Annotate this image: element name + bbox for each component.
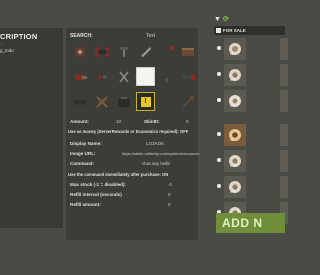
radio-dot[interactable] bbox=[217, 98, 221, 102]
image-url-input[interactable]: https://static.veliecity.com/system/reso… bbox=[122, 151, 200, 156]
item-icon-stick[interactable] bbox=[158, 92, 177, 111]
item-icon-pliers[interactable] bbox=[114, 67, 133, 86]
item-count: x49 bbox=[230, 78, 236, 82]
command-input[interactable]: chat.say hello bbox=[142, 161, 170, 166]
skinid-label: SkinID: bbox=[144, 119, 160, 124]
description-subtitle: ... bbox=[0, 41, 4, 46]
item-icon-crossed-sticks[interactable] bbox=[92, 92, 111, 111]
description-text[interactable]: g_todo bbox=[0, 48, 14, 53]
item-side-tile[interactable] bbox=[280, 38, 288, 60]
item-tile[interactable] bbox=[224, 38, 246, 60]
item-icon-blade[interactable] bbox=[136, 42, 155, 61]
radio-dot[interactable] bbox=[217, 72, 221, 76]
list-item[interactable]: x49 bbox=[214, 176, 288, 199]
max-stock-label: Max stock (-1 = disabled): bbox=[70, 182, 127, 187]
immediate-command-toggle[interactable]: Use the command immediately after purcha… bbox=[68, 172, 168, 177]
search-label: SEARCH: bbox=[70, 33, 93, 39]
item-icon-gear[interactable] bbox=[70, 42, 89, 61]
item-icon-chainsaw[interactable] bbox=[70, 67, 89, 86]
use-as-money-toggle[interactable]: Use as money (ServerRewards or Economics… bbox=[68, 129, 188, 134]
item-icon-drone[interactable] bbox=[92, 42, 111, 61]
item-icon-rocket[interactable] bbox=[158, 42, 177, 61]
add-new-button[interactable]: ADD N bbox=[216, 213, 285, 233]
amount-label: Amount: bbox=[70, 119, 89, 124]
warning-icon: ! bbox=[140, 96, 151, 107]
item-icon-selected-blank[interactable] bbox=[136, 67, 155, 86]
item-side-tile[interactable] bbox=[280, 150, 288, 172]
explosive-icon bbox=[229, 43, 241, 55]
image-url-label: Image URL: bbox=[70, 151, 96, 156]
item-side-tile[interactable] bbox=[280, 124, 288, 146]
radio-dot[interactable] bbox=[217, 184, 221, 188]
explosive-icon bbox=[229, 129, 241, 141]
skinid-input[interactable]: 0 bbox=[186, 119, 189, 124]
item-icon-tool[interactable] bbox=[114, 42, 133, 61]
item-side-tile[interactable] bbox=[280, 176, 288, 198]
display-name-label: Display Name: bbox=[70, 141, 102, 146]
radio-dot[interactable] bbox=[217, 158, 221, 162]
for-sale-label: FOR SALE bbox=[223, 28, 246, 33]
item-icon-crate[interactable] bbox=[178, 42, 197, 61]
item-icon-arrow[interactable] bbox=[178, 92, 197, 111]
item-tile[interactable] bbox=[224, 176, 246, 198]
item-icon-machine[interactable] bbox=[92, 67, 111, 86]
item-count: x49 bbox=[230, 190, 236, 194]
shop-item-list: ▼ ⟳ FOR SALE x5 x49 x49 x0 x49 x49 bbox=[214, 14, 288, 234]
max-stock-input[interactable]: -1 bbox=[168, 182, 172, 187]
list-tabs: ▼ ⟳ bbox=[214, 14, 285, 24]
item-count: x49 bbox=[230, 104, 236, 108]
refill-interval-label: Refill interval (seconds) bbox=[70, 192, 122, 197]
for-sale-header[interactable]: FOR SALE bbox=[214, 26, 285, 35]
refill-interval-input[interactable]: 0 bbox=[168, 192, 171, 197]
item-icon-toolbox[interactable] bbox=[114, 92, 133, 111]
description-title: CRIPTION bbox=[0, 32, 38, 41]
filter-icon[interactable]: ▼ bbox=[214, 16, 221, 23]
amount-input[interactable]: 10 bbox=[116, 119, 121, 124]
list-item[interactable]: x49 bbox=[214, 150, 288, 173]
item-tile[interactable] bbox=[224, 64, 246, 86]
radio-dot[interactable] bbox=[217, 132, 221, 136]
description-panel: CRIPTION ... g_todo bbox=[0, 28, 63, 228]
item-icon-gun[interactable] bbox=[158, 67, 177, 86]
list-item[interactable]: x0 bbox=[214, 124, 288, 147]
item-side-tile[interactable] bbox=[280, 64, 288, 86]
command-label: Command: bbox=[70, 161, 94, 166]
item-icon-binoculars[interactable] bbox=[70, 92, 89, 111]
item-side-tile[interactable] bbox=[280, 90, 288, 112]
item-icon-warning[interactable]: ! bbox=[136, 92, 155, 111]
item-count: x0 bbox=[230, 138, 234, 142]
item-tile-highlighted[interactable] bbox=[224, 124, 246, 146]
item-count: x5 bbox=[230, 52, 234, 56]
list-item[interactable]: x49 bbox=[214, 90, 288, 113]
list-item[interactable]: x5 bbox=[214, 38, 288, 61]
search-input[interactable]: Text bbox=[146, 33, 155, 39]
item-tile[interactable] bbox=[224, 90, 246, 112]
item-count: x49 bbox=[230, 164, 236, 168]
display-name-input[interactable]: LO3ADK bbox=[146, 141, 164, 146]
radio-dot[interactable] bbox=[217, 46, 221, 50]
refresh-icon[interactable]: ⟳ bbox=[223, 15, 229, 23]
list-item[interactable]: x49 bbox=[214, 64, 288, 87]
refill-amount-input[interactable]: 0 bbox=[168, 202, 171, 207]
item-icon-launcher[interactable] bbox=[178, 67, 197, 86]
item-settings-panel: SEARCH: Text ! Amount: 10 SkinID: 0 Use … bbox=[66, 28, 200, 240]
item-tile[interactable] bbox=[224, 150, 246, 172]
refill-amount-label: Refill amount: bbox=[70, 202, 101, 207]
game-ui-screen: CRIPTION ... g_todo SEARCH: Text ! Amoun… bbox=[0, 0, 288, 275]
for-sale-checkbox[interactable] bbox=[216, 28, 221, 33]
